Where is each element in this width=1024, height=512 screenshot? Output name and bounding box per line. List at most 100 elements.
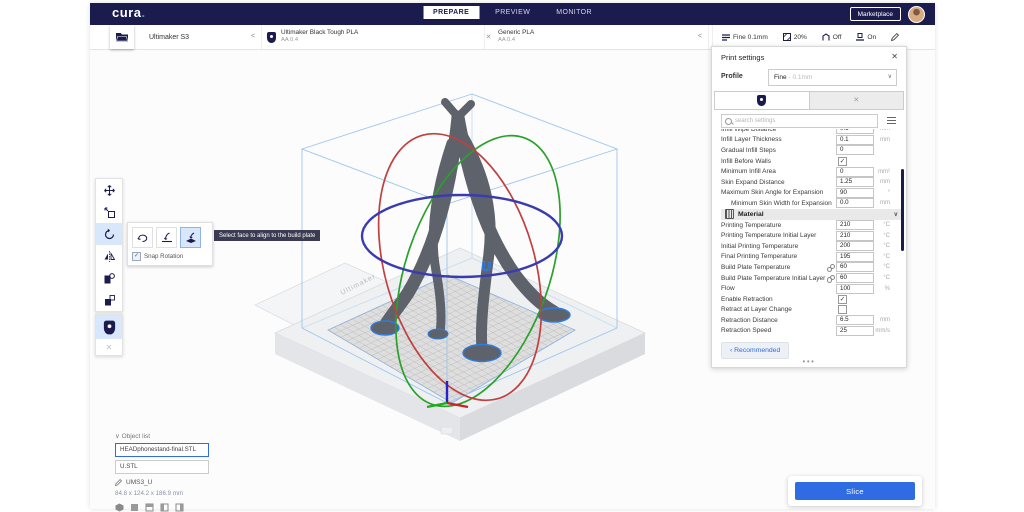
extruder-1-select-button[interactable] [96, 315, 122, 339]
setting-value-input[interactable]: 0.1 [836, 135, 874, 145]
camera-view-right-icon[interactable] [175, 503, 184, 512]
setting-value-input[interactable]: 90 [836, 188, 874, 198]
recommended-mode-button[interactable]: ‹ Recommended [721, 342, 789, 359]
printer-selector[interactable]: Ultimaker S3 < [136, 25, 262, 49]
settings-row[interactable]: Infill Layer Thickness0.1mm [721, 135, 902, 146]
extruder-1-nozzle: AA 0.4 [281, 37, 358, 44]
object-list-item[interactable]: U.STL [115, 460, 209, 474]
settings-row[interactable]: Retraction Speed25mm/s [721, 326, 902, 337]
settings-row[interactable]: Maximum Skin Angle for Expansion90° [721, 188, 902, 199]
settings-row[interactable]: Printing Temperature210°C [721, 220, 902, 231]
settings-row[interactable]: Gradual Infill Steps0 [721, 145, 902, 156]
setting-checkbox[interactable]: ✓ [838, 157, 847, 166]
per-model-settings-button[interactable] [96, 267, 122, 289]
printer-name-row[interactable]: UMS3_U [115, 479, 209, 486]
tab-prepare[interactable]: PREPARE [423, 6, 479, 19]
reset-rotation-button[interactable] [132, 227, 153, 248]
move-tool-button[interactable] [96, 179, 122, 201]
setting-value-input[interactable]: 6.5 [836, 315, 874, 325]
object-list-header[interactable]: ∨ Object list [115, 432, 209, 440]
setting-value-input[interactable]: 210 [836, 220, 874, 230]
camera-view-3d-icon[interactable] [115, 503, 124, 512]
setting-value-input[interactable]: 1.25 [836, 177, 874, 187]
settings-row[interactable]: Retract at Layer Change [721, 305, 902, 316]
extruder-2-config[interactable]: ✕ Generic PLA AA 0.4 < [478, 25, 709, 49]
settings-row[interactable]: Build Plate Temperature60°C [721, 262, 902, 273]
settings-scrollbar[interactable] [901, 169, 904, 251]
camera-view-left-icon[interactable] [160, 503, 169, 512]
settings-row[interactable]: Enable Retraction✓ [721, 294, 902, 305]
settings-row[interactable]: Minimum Skin Width for Expansion0.0mm [721, 198, 902, 209]
setting-value-input[interactable]: 200 [836, 241, 874, 251]
tab-preview[interactable]: PREVIEW [485, 6, 540, 19]
setting-unit: mm [874, 317, 890, 323]
user-avatar[interactable] [908, 6, 925, 23]
settings-row[interactable]: Skin Expand Distance1.25mm [721, 177, 902, 188]
settings-category-row[interactable]: Material∨ [721, 209, 902, 220]
cura-app-window: Ultimaker [90, 3, 935, 509]
camera-view-front-icon[interactable] [130, 503, 139, 512]
extruder-tab-1[interactable] [714, 91, 810, 109]
edit-settings-pencil-icon[interactable] [891, 33, 899, 41]
setting-value-input[interactable]: 195 [836, 252, 874, 262]
setting-value-input[interactable]: 60 [836, 273, 874, 283]
stage-tabs: PREPARE PREVIEW MONITOR [423, 6, 602, 19]
extruder-tabs: ✕ [714, 91, 904, 110]
settings-row[interactable]: Printing Temperature Initial Layer210°C [721, 230, 902, 241]
setting-label: Retract at Layer Change [721, 306, 838, 313]
setting-value-input[interactable]: 0 [836, 145, 874, 155]
setting-label: Infill Before Walls [721, 158, 838, 165]
chevron-left-icon: < [698, 33, 702, 40]
mirror-tool-button[interactable] [96, 245, 122, 267]
align-face-button[interactable] [180, 227, 201, 248]
profile-hint: - 0.1mm [788, 74, 812, 81]
rotate-tool-button[interactable] [96, 223, 122, 245]
settings-visibility-menu-icon[interactable] [887, 117, 896, 124]
support-blocker-icon [104, 295, 115, 306]
lay-flat-button[interactable] [156, 227, 177, 248]
setting-value-input[interactable]: 210 [836, 231, 874, 241]
profile-dropdown[interactable]: Fine - 0.1mm ∨ [768, 69, 897, 86]
setting-value-input[interactable]: 0.1 [836, 129, 874, 134]
open-file-button[interactable] [110, 25, 134, 49]
app-header: cura. PREPARE PREVIEW MONITOR Marketplac… [90, 3, 935, 25]
material-category-icon [725, 209, 734, 219]
settings-row[interactable]: Minimum Infill Area0mm² [721, 166, 902, 177]
scale-tool-button[interactable] [96, 201, 122, 223]
snap-rotation-checkbox[interactable]: ✓ [132, 252, 141, 261]
marketplace-button[interactable]: Marketplace [850, 7, 901, 21]
folder-icon [116, 32, 128, 42]
settings-row[interactable]: Build Plate Temperature Initial Layer60°… [721, 273, 902, 284]
close-icon[interactable]: ✕ [891, 52, 898, 61]
object-list-item[interactable]: HEADphonestand-final.STL [115, 443, 209, 457]
settings-row[interactable]: Initial Printing Temperature200°C [721, 241, 902, 252]
setting-checkbox[interactable] [838, 305, 847, 314]
settings-row[interactable]: Infill Before Walls✓ [721, 156, 902, 167]
setting-label: Gradual Infill Steps [721, 147, 836, 154]
search-icon [725, 118, 732, 125]
setting-label: Flow [721, 285, 836, 292]
search-settings-input[interactable]: search settings [721, 114, 878, 128]
search-placeholder: search settings [735, 118, 775, 124]
settings-row[interactable]: Retraction Distance6.5mm [721, 315, 902, 326]
extruder-1-config[interactable]: Ultimaker Black Tough PLA AA 0.4 [261, 25, 485, 49]
panel-resize-handle[interactable]: ••• [803, 357, 816, 366]
setting-value-input[interactable]: 0 [836, 167, 874, 177]
chevron-down-icon: ∨ [888, 70, 892, 85]
setting-value-input[interactable]: 100 [836, 284, 874, 294]
settings-row[interactable]: Flow100% [721, 283, 902, 294]
extruder-2-select-button[interactable]: ✕ [96, 339, 122, 355]
extruder-tab-2[interactable]: ✕ [810, 91, 905, 109]
camera-view-top-icon[interactable] [145, 503, 154, 512]
setting-value-input[interactable]: 60 [836, 262, 874, 272]
slice-button[interactable]: Slice [795, 482, 915, 500]
setting-value-input[interactable]: 0.0 [836, 198, 874, 208]
printcore-icon [757, 95, 766, 106]
setting-checkbox[interactable]: ✓ [838, 295, 847, 304]
settings-row[interactable]: Final Printing Temperature195°C [721, 252, 902, 263]
extruder-2-material: Generic PLA [498, 29, 534, 37]
summary-profile: Fine 0.1mm [722, 33, 768, 41]
support-blocker-button[interactable] [96, 289, 122, 311]
setting-value-input[interactable]: 25 [836, 326, 874, 336]
tab-monitor[interactable]: MONITOR [546, 6, 602, 19]
